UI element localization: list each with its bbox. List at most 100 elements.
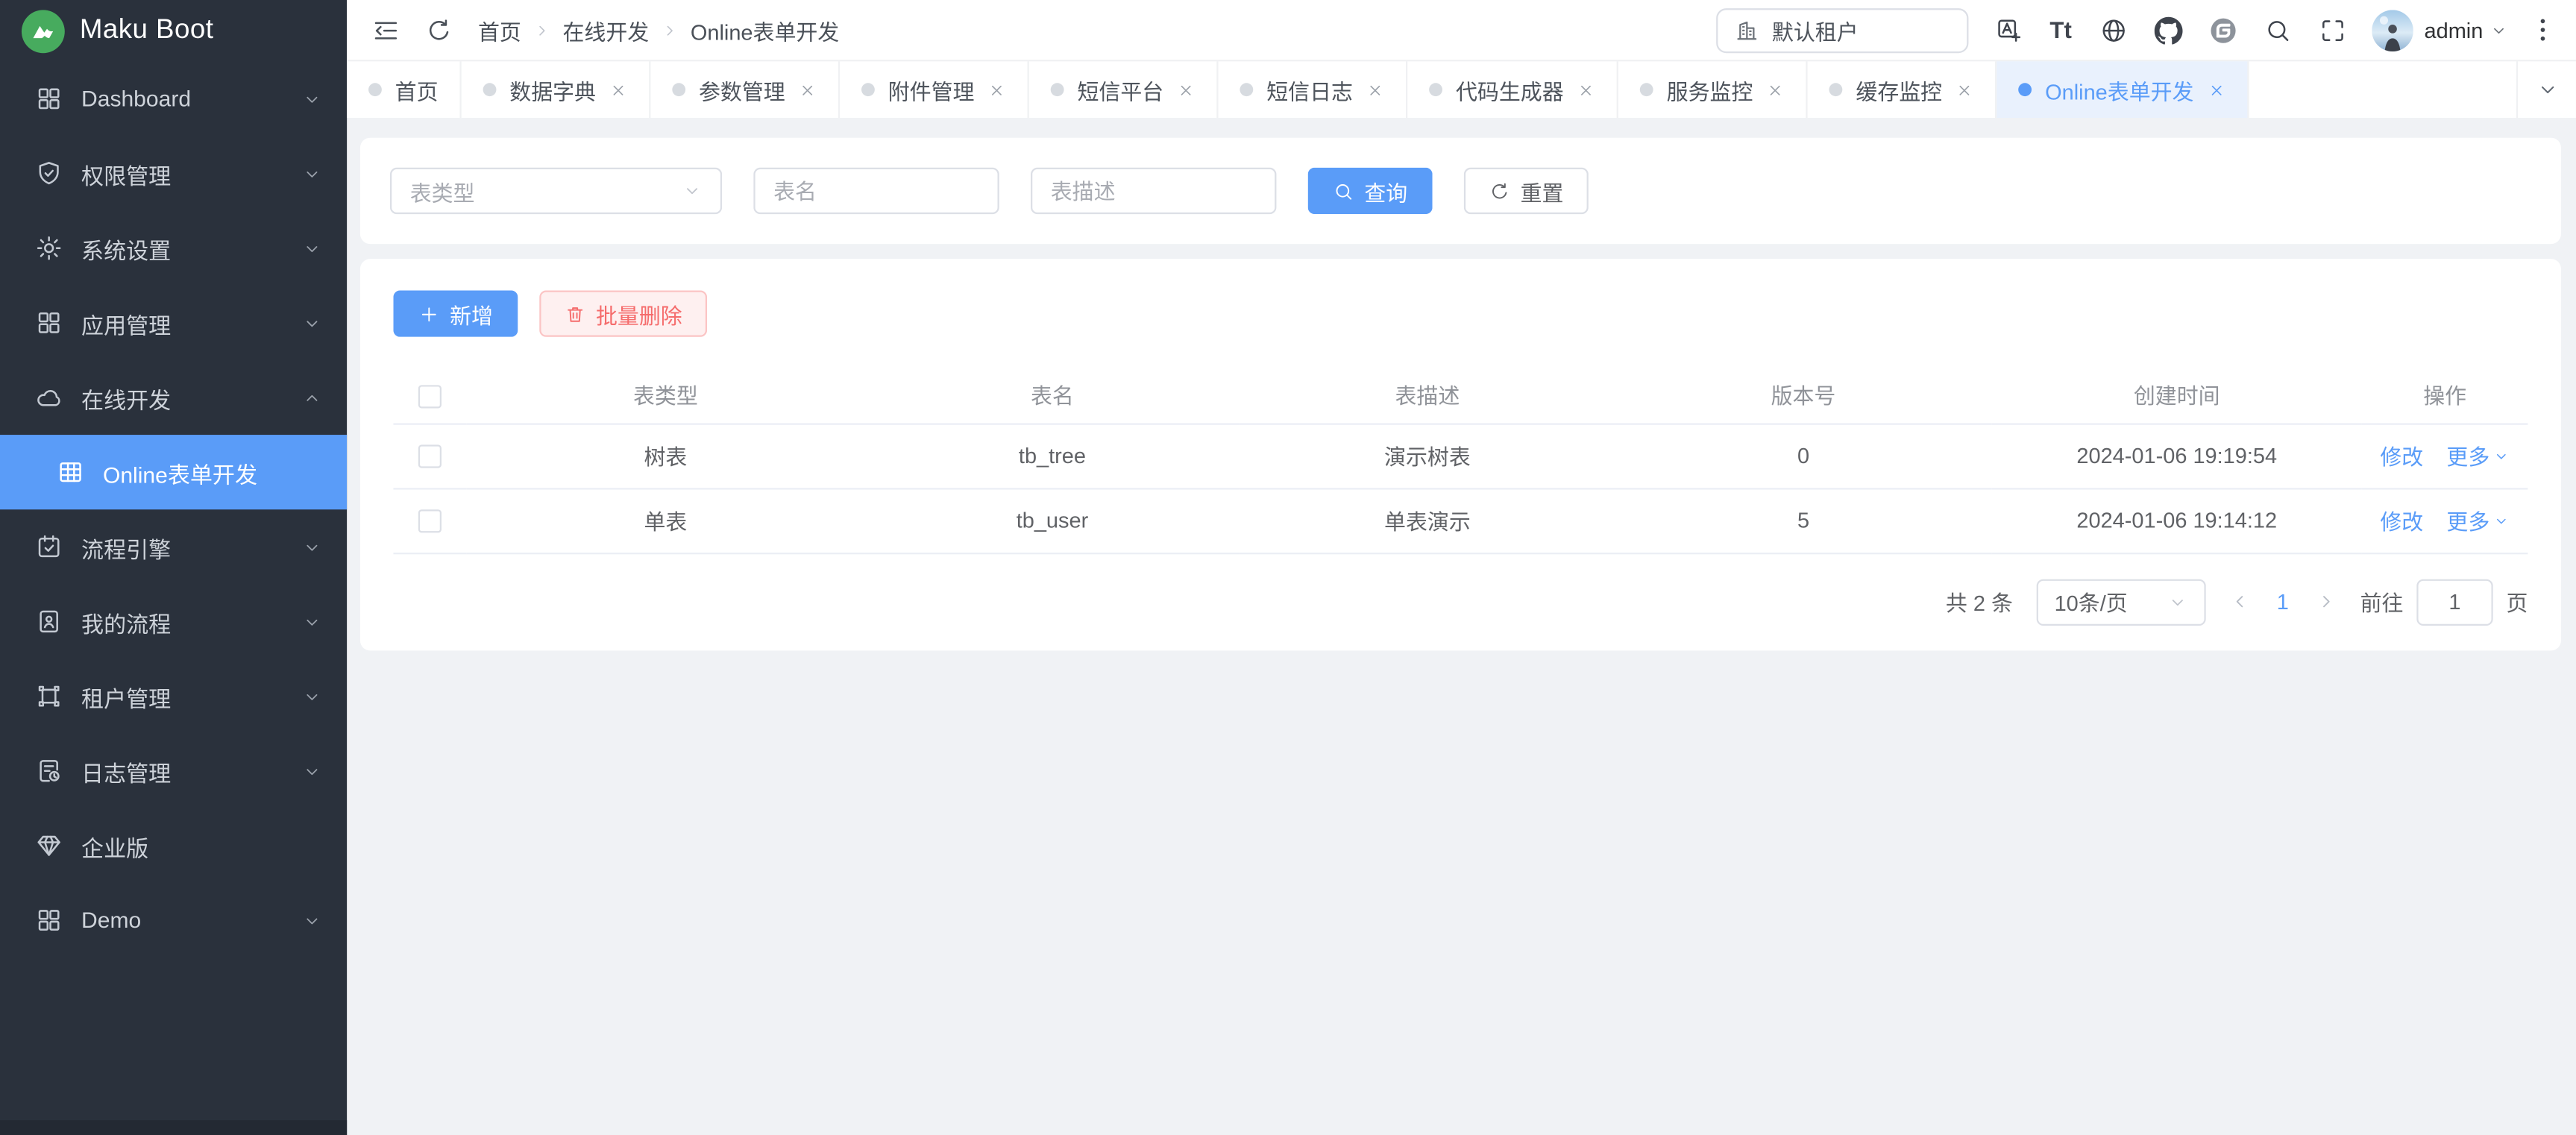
tab-bar: 首页数据字典参数管理附件管理 短信平台 短信日志 代码生成器 服务监控 缓存监控Onlin…: [347, 60, 2576, 118]
edit-link[interactable]: 修改: [2380, 440, 2423, 471]
sidebar-item-system-settings[interactable]: 系统设置: [0, 211, 347, 286]
refresh-icon[interactable]: [425, 16, 453, 44]
breadcrumb-item[interactable]: 在线开发: [562, 14, 649, 45]
sidebar-item-label: 日志管理: [81, 754, 302, 787]
chevron-down-icon: [302, 686, 322, 706]
select-all-header: [393, 367, 466, 424]
sidebar-item-label: 我的流程: [81, 605, 302, 638]
reset-button[interactable]: 重置: [1464, 168, 1589, 214]
sidebar-item-tenant-management[interactable]: 租户管理: [0, 659, 347, 734]
sidebar-item-label: Demo: [81, 908, 302, 932]
chevron-down-icon: [2489, 21, 2507, 39]
column-header: 表类型: [466, 367, 864, 424]
gitee-icon[interactable]: [2195, 5, 2249, 55]
refresh-icon: [1489, 180, 1510, 201]
page-number[interactable]: 1: [2273, 589, 2292, 614]
sidebar-item-dashboard[interactable]: Dashboard: [0, 61, 347, 136]
font-size-icon[interactable]: [1981, 5, 2035, 55]
sidebar-item-label: Online表单开发: [103, 456, 322, 489]
tab-label: 代码生成器: [1456, 74, 1564, 105]
search-icon[interactable]: [2250, 5, 2305, 55]
select-all-checkbox[interactable]: [418, 384, 442, 407]
kebab-menu-icon[interactable]: [2528, 15, 2557, 45]
tab-close-icon[interactable]: [799, 81, 817, 98]
tab-参数管理[interactable]: 参数管理: [650, 61, 840, 118]
sidebar-item-permissions[interactable]: 权限管理: [0, 136, 347, 210]
github-icon[interactable]: [2140, 5, 2195, 55]
prev-page-icon[interactable]: [2228, 591, 2250, 612]
avatar[interactable]: [2371, 9, 2413, 51]
tenant-label: 默认租户: [1772, 14, 1859, 45]
breadcrumb-item[interactable]: 首页: [478, 14, 521, 45]
cloud-icon: [35, 383, 63, 412]
text-format-icon[interactable]: Tt: [2036, 5, 2086, 55]
next-page-icon[interactable]: [2316, 591, 2337, 612]
language-globe-icon[interactable]: [2086, 5, 2140, 55]
edit-link[interactable]: 修改: [2380, 505, 2423, 536]
diamond-icon: [35, 831, 63, 860]
chevron-up-icon: [302, 388, 322, 408]
table-type-select[interactable]: 表类型: [390, 168, 722, 214]
cell-table-type: 单表: [466, 488, 864, 553]
tab-缓存监控[interactable]: 缓存监控: [1808, 61, 1997, 118]
tab-label: 短信平台: [1077, 74, 1163, 105]
tab-close-icon[interactable]: [609, 81, 627, 98]
tab-label: 服务监控: [1667, 74, 1753, 105]
breadcrumb-item[interactable]: Online表单开发: [691, 14, 839, 45]
page-size-select[interactable]: 10条/页: [2036, 579, 2205, 625]
brand-name: Maku Boot: [80, 15, 214, 46]
tab-close-icon[interactable]: [1766, 81, 1784, 98]
batch-delete-button[interactable]: 批量删除: [539, 290, 707, 336]
app-grid-icon: [35, 309, 63, 337]
more-link[interactable]: 更多: [2446, 505, 2510, 536]
tab-短信平台[interactable]: 短信平台: [1029, 61, 1219, 118]
tab-代码生成器[interactable]: 代码生成器: [1407, 61, 1618, 118]
tab-close-icon[interactable]: [987, 81, 1005, 98]
calendar-check-icon: [35, 532, 63, 561]
tenant-selector[interactable]: 默认租户: [1715, 7, 1967, 52]
sidebar-item-my-workflows[interactable]: 我的流程: [0, 584, 347, 658]
row-checkbox[interactable]: [418, 445, 442, 468]
tab-close-icon[interactable]: [1366, 81, 1384, 98]
table-description-input[interactable]: [1031, 168, 1276, 214]
cell-table-description: 单表演示: [1240, 488, 1615, 553]
breadcrumb-separator-icon: [533, 21, 550, 39]
table-icon: [57, 458, 85, 486]
search-button[interactable]: 查询: [1308, 168, 1433, 214]
row-checkbox[interactable]: [418, 510, 442, 533]
goto-page-input[interactable]: [2416, 579, 2492, 625]
chevron-down-icon: [302, 89, 322, 109]
tab-服务监控[interactable]: 服务监控: [1618, 61, 1808, 118]
sidebar-item-workflow-engine[interactable]: 流程引擎: [0, 509, 347, 584]
tab-close-icon[interactable]: [2207, 81, 2225, 98]
sidebar-item-log-management[interactable]: 日志管理: [0, 734, 347, 808]
tab-close-icon[interactable]: [1177, 81, 1195, 98]
mountain-icon: [22, 9, 65, 52]
sidebar-collapse-icon[interactable]: [372, 16, 400, 44]
tab-短信日志[interactable]: 短信日志: [1219, 61, 1408, 118]
sidebar-item-label: 企业版: [81, 829, 322, 863]
tab-close-icon[interactable]: [1577, 81, 1595, 98]
tab-Online表单开发[interactable]: Online表单开发: [1997, 61, 2249, 118]
sidebar-item-demo[interactable]: Demo: [0, 883, 347, 958]
add-button[interactable]: 新增: [393, 290, 518, 336]
cell-version: 0: [1615, 424, 1991, 488]
table-name-input[interactable]: [753, 168, 999, 214]
chevron-down-icon: [302, 163, 322, 183]
more-link[interactable]: 更多: [2446, 440, 2510, 471]
sidebar-item-online-form-dev[interactable]: Online表单开发: [0, 435, 347, 509]
fullscreen-icon[interactable]: [2305, 5, 2359, 55]
tab-close-icon[interactable]: [1955, 81, 1973, 98]
tab-附件管理[interactable]: 附件管理: [840, 61, 1029, 118]
tab-数据字典[interactable]: 数据字典: [462, 61, 651, 118]
sidebar-item-enterprise[interactable]: 企业版: [0, 808, 347, 883]
main-column: 首页 在线开发 Online表单开发 默认租户 Tt admin: [347, 0, 2576, 1135]
user-menu[interactable]: admin: [2425, 17, 2508, 42]
tabs-dropdown-button[interactable]: [2516, 61, 2576, 118]
tab-首页[interactable]: 首页: [347, 61, 462, 118]
tab-dot: [672, 83, 685, 96]
tab-label: 短信日志: [1266, 74, 1353, 105]
sidebar-item-online-dev[interactable]: 在线开发: [0, 360, 347, 435]
sidebar-item-app-management[interactable]: 应用管理: [0, 286, 347, 360]
cell-created: 2024-01-06 19:19:54: [1992, 424, 2362, 488]
